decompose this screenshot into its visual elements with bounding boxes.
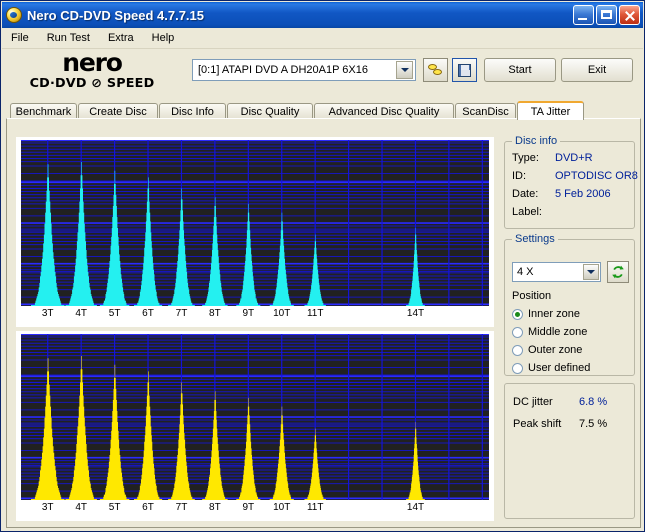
radio-user-defined-label: User defined [528,362,591,374]
x-tick-label: 4T [75,502,88,513]
radio-indicator [512,308,523,320]
disc-date-value: 5 Feb 2006 [555,188,611,200]
exit-button[interactable]: Exit [561,58,633,82]
settings-group: Settings 4 X Position Inner zone Middle … [504,233,635,404]
radio-outer-zone[interactable]: Outer zone [512,344,582,356]
x-tick-label: 14T [406,308,425,319]
refresh-button[interactable] [607,261,629,283]
minimize-button[interactable] [573,5,594,25]
title-bar: Nero CD-DVD Speed 4.7.7.15 [2,2,643,28]
disc-type-label: Type: [512,152,539,164]
tab-disc-info[interactable]: Disc Info [159,103,226,119]
peak-shift-label: Peak shift [513,418,562,430]
tab-ta-jitter[interactable]: TA Jitter [517,101,584,120]
x-tick-label: 7T [175,502,188,513]
app-window: Nero CD-DVD Speed 4.7.7.15 File Run Test… [0,0,645,532]
maximize-button[interactable] [596,5,617,25]
tab-scandisc[interactable]: ScanDisc [455,103,516,119]
ta-jitter-pit-plot [21,334,489,500]
x-tick-label: 3T [41,502,54,513]
x-tick-label: 11T [306,502,324,513]
radio-inner-zone-label: Inner zone [528,308,580,320]
disc-info-group: Disc info Type: DVD+R ID: OPTODISC OR8 D… [504,135,638,229]
x-tick-label: 10T [273,308,291,319]
tab-benchmark[interactable]: Benchmark [10,103,77,119]
logo-cddvdspeed-text: CD·DVD ⊘ SPEED [29,75,155,90]
x-tick-label: 5T [108,502,121,513]
content-panel: 3T 4T 5T 6T 7T 8T 9T 10T 11T 14T 3T 4T 5T 6T 7T 8T 9T 10… [6,118,641,528]
chevron-down-icon[interactable] [396,61,413,79]
x-tick-label: 7T [175,308,188,319]
radio-indicator [512,326,523,338]
disc-label-label: Label: [512,206,542,218]
ta-jitter-pit-xaxis: 3T 4T 5T 6T 7T 8T 9T 10T 11T 14T [21,501,489,517]
radio-indicator [512,344,523,356]
x-tick-label: 8T [209,308,221,319]
toolbar: nero CD·DVD ⊘ SPEED [0:1] ATAPI DVD A DH… [2,49,643,96]
window-title: Nero CD-DVD Speed 4.7.7.15 [27,7,205,23]
close-button[interactable] [619,5,640,25]
tab-create-disc[interactable]: Create Disc [78,103,158,119]
disc-eject-button[interactable] [423,58,448,82]
drive-select-value: [0:1] ATAPI DVD A DH20A1P 6X16 [198,64,368,76]
x-tick-label: 6T [142,308,154,319]
logo-nero-text: nero [62,48,123,77]
dc-jitter-label: DC jitter [513,396,553,408]
peak-shift-value: 7.5 % [579,418,608,430]
nero-logo: nero CD·DVD ⊘ SPEED [16,48,168,93]
radio-inner-zone[interactable]: Inner zone [512,308,580,320]
disc-eject-icon [428,63,443,77]
nero-app-icon [6,7,22,23]
dc-jitter-value: 6.8 % [579,396,608,408]
disc-date-label: Date: [512,188,539,200]
speed-select[interactable]: 4 X [512,262,601,282]
x-tick-label: 10T [273,502,291,513]
x-tick-label: 9T [242,502,255,513]
x-tick-label: 3T [41,308,54,319]
tab-advanced-disc-quality[interactable]: Advanced Disc Quality [314,103,454,119]
menu-bar: File Run Test Extra Help [2,28,643,49]
speed-select-value: 4 X [517,266,534,278]
radio-middle-zone[interactable]: Middle zone [512,326,587,338]
x-tick-label: 8T [209,502,221,513]
chevron-down-icon[interactable] [583,264,599,280]
x-tick-label: 11T [306,308,324,319]
x-tick-label: 4T [75,308,88,319]
refresh-arrows-icon [612,265,624,279]
disc-info-title: Disc info [512,135,561,147]
ta-jitter-land-plot [21,140,489,306]
disc-id-value: OPTODISC OR8 [555,170,638,182]
ta-jitter-pit-chart: 3T 4T 5T 6T 7T 8T 9T 10T 11T 14T [16,331,494,521]
x-tick-label: 14T [406,502,425,513]
start-button[interactable]: Start [484,58,556,82]
tab-strip: Benchmark Create Disc Disc Info Disc Qua… [10,101,584,120]
disc-type-value: DVD+R [555,152,593,164]
ta-jitter-land-chart: 3T 4T 5T 6T 7T 8T 9T 10T 11T 14T [16,137,494,327]
menu-item-help[interactable]: Help [143,30,184,46]
menu-item-extra[interactable]: Extra [99,30,143,46]
jitter-stats-group: DC jitter 6.8 % Peak shift 7.5 % [504,383,635,519]
menu-item-run-test[interactable]: Run Test [38,30,99,46]
settings-title: Settings [512,233,558,245]
radio-middle-zone-label: Middle zone [528,326,588,338]
x-tick-label: 9T [242,308,255,319]
radio-user-defined[interactable]: User defined [512,362,590,374]
position-label: Position [512,290,552,302]
floppy-save-icon [458,63,471,77]
menu-item-file[interactable]: File [2,30,38,46]
window-controls [573,5,640,25]
drive-select[interactable]: [0:1] ATAPI DVD A DH20A1P 6X16 [192,59,416,81]
save-results-button[interactable] [452,58,477,82]
x-tick-label: 5T [108,308,121,319]
disc-id-label: ID: [512,170,527,182]
radio-outer-zone-label: Outer zone [528,344,583,356]
radio-indicator [512,362,523,374]
x-tick-label: 6T [142,502,154,513]
ta-jitter-land-xaxis: 3T 4T 5T 6T 7T 8T 9T 10T 11T 14T [21,307,489,323]
tab-disc-quality[interactable]: Disc Quality [227,103,313,119]
